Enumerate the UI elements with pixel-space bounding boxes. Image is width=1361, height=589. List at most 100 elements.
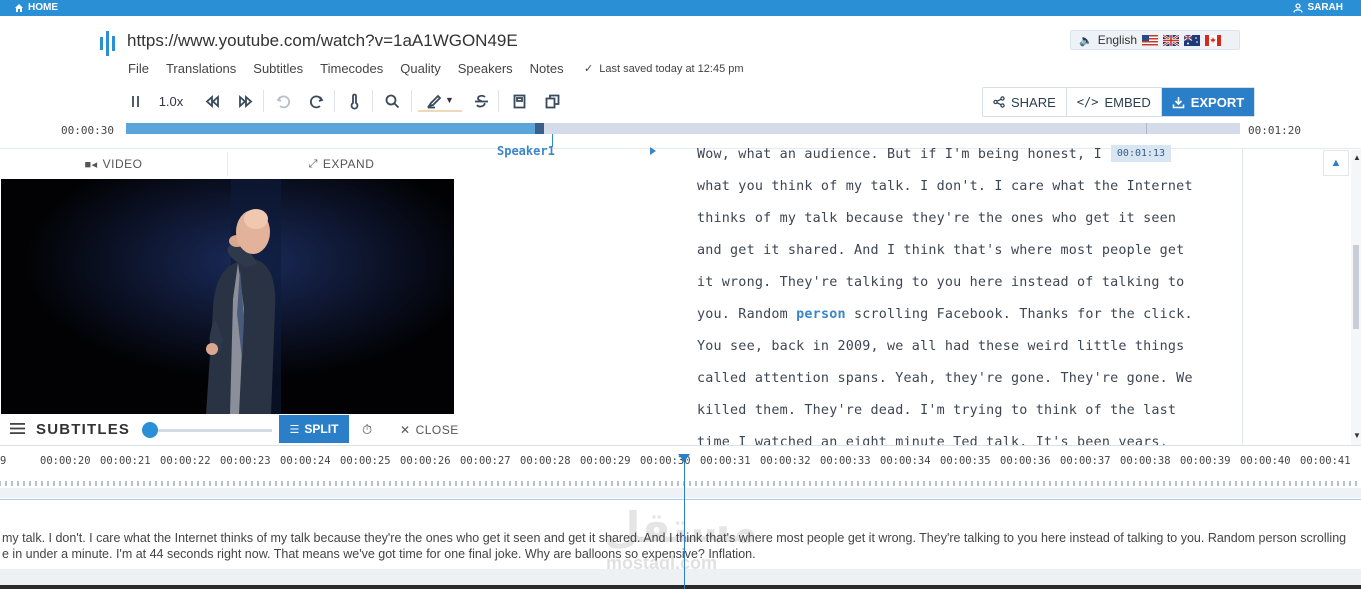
thermometer-icon <box>350 93 358 109</box>
timeline-label: 00:00:39 <box>1180 455 1231 467</box>
toolbar-separator <box>263 90 264 112</box>
export-button[interactable]: EXPORT <box>1161 88 1255 116</box>
timer-button[interactable]: ⏱ <box>362 422 372 438</box>
split-label: SPLIT <box>304 422 339 436</box>
timeline-baseline <box>0 499 1361 500</box>
home-link[interactable]: HOME <box>14 2 58 13</box>
temperature-button[interactable] <box>343 90 365 112</box>
highlighted-keyword[interactable]: person <box>796 307 846 322</box>
menu-timecodes[interactable]: Timecodes <box>320 61 383 76</box>
share-icon <box>993 96 1005 108</box>
tab-video-label: VIDEO <box>102 157 143 171</box>
timeline-label: 00:00:32 <box>760 455 811 467</box>
scrollbar-thumb[interactable] <box>1353 245 1359 329</box>
transcript-line: it wrong. They're talking to you here in… <box>697 275 1185 290</box>
menu-translations[interactable]: Translations <box>166 61 236 76</box>
video-player[interactable] <box>1 179 454 415</box>
subtitle-track[interactable]: my talk. I don't. I care what the Intern… <box>0 530 1361 568</box>
timestamp-chip[interactable]: 00:01:13 <box>1111 145 1171 162</box>
save-status: ✓ Last saved today at 12:45 pm <box>584 62 744 76</box>
transcript-scrollbar[interactable] <box>1351 150 1361 445</box>
timeline-label: 00:00:28 <box>520 455 571 467</box>
language-selector[interactable]: 🔈 English <box>1070 30 1240 50</box>
hamburger-icon[interactable] <box>10 422 25 435</box>
progress-bar[interactable] <box>126 123 1240 147</box>
timeline-label: 9 <box>0 455 7 467</box>
timeline-label: 00:00:21 <box>100 455 151 467</box>
top-bar: HOME SARAH <box>0 0 1361 16</box>
highlight-button[interactable]: ▼ <box>418 90 462 112</box>
timeline-label: 00:00:36 <box>1000 455 1051 467</box>
playhead-handle[interactable] <box>678 454 690 462</box>
timeline-footer <box>0 569 1361 585</box>
rewind-button[interactable] <box>200 90 224 112</box>
list-icon: ☰ <box>289 423 300 436</box>
toolbar-separator <box>498 90 499 112</box>
close-button[interactable]: ✕ CLOSE <box>400 423 459 437</box>
embed-button[interactable]: </> EMBED <box>1067 88 1162 116</box>
transcript-line-part: scrolling Facebook. Thanks for the click… <box>845 307 1193 322</box>
speaker-play-icon[interactable] <box>650 147 656 155</box>
menu-file[interactable]: File <box>128 61 149 76</box>
tab-video[interactable]: ■◂ VIDEO <box>0 152 228 176</box>
end-time: 00:01:20 <box>1248 124 1301 137</box>
checkmark-icon: ✓ <box>584 63 594 75</box>
timeline-label: 00:00:37 <box>1060 455 1111 467</box>
subtitle-zoom-slider[interactable] <box>150 429 272 432</box>
search-button[interactable] <box>381 90 403 112</box>
playhead[interactable] <box>684 454 685 589</box>
fast-forward-button[interactable] <box>233 90 257 112</box>
tab-expand[interactable]: ⤢ EXPAND <box>228 152 455 176</box>
timeline-label: 00:00:38 <box>1120 455 1171 467</box>
home-icon <box>15 3 23 12</box>
download-icon <box>1172 96 1185 108</box>
uk-flag-icon[interactable] <box>1163 34 1180 46</box>
playback-speed-button[interactable]: 1.0x <box>154 90 188 112</box>
progress-handle[interactable] <box>535 123 544 134</box>
speaker-label[interactable]: Speaker1 <box>497 144 555 158</box>
user-icon <box>1293 2 1304 13</box>
dictionary-button[interactable] <box>508 90 530 112</box>
highlighter-icon <box>426 94 442 108</box>
australia-flag-icon[interactable] <box>1184 34 1201 46</box>
rewind-icon <box>205 94 219 108</box>
redo-button[interactable] <box>305 90 327 112</box>
window-bottom-edge <box>0 585 1361 589</box>
menu-notes[interactable]: Notes <box>530 61 564 76</box>
video-tabs: ■◂ VIDEO ⤢ EXPAND <box>0 152 455 176</box>
share-button[interactable]: SHARE <box>983 88 1067 116</box>
undo-button[interactable] <box>272 90 294 112</box>
us-flag-icon[interactable] <box>1142 34 1159 46</box>
user-menu[interactable]: SARAH <box>1293 2 1343 13</box>
timeline-label: 00:00:40 <box>1240 455 1291 467</box>
menu-quality[interactable]: Quality <box>400 61 440 76</box>
tab-expand-label: EXPAND <box>322 157 375 171</box>
strikethrough-button[interactable] <box>470 90 492 112</box>
scroll-down-arrow-icon[interactable]: ▼ <box>1353 431 1361 440</box>
transcript-line: killed them. They're dead. I'm trying to… <box>697 403 1177 418</box>
subtitle-zoom-handle[interactable] <box>142 422 158 438</box>
toolbar-separator <box>372 90 373 112</box>
app-logo-icon <box>100 31 115 56</box>
embed-label: EMBED <box>1104 94 1151 110</box>
split-button[interactable]: ☰ SPLIT <box>279 415 349 443</box>
timeline-label: 00:00:35 <box>940 455 991 467</box>
collapse-button[interactable]: ▲ <box>1323 150 1349 176</box>
home-label: HOME <box>28 2 58 13</box>
timeline-label: 00:00:25 <box>340 455 391 467</box>
transcript-editor[interactable]: Wow, what an audience. But if I'm being … <box>697 139 1227 445</box>
timeline-label: 00:00:27 <box>460 455 511 467</box>
copy-button[interactable] <box>541 90 563 112</box>
transcript-line: thinks of my talk because they're the on… <box>697 211 1177 226</box>
menu-speakers[interactable]: Speakers <box>458 61 513 76</box>
canada-flag-icon[interactable] <box>1205 34 1222 46</box>
transcript-line: you. Random person scrolling Facebook. T… <box>697 299 1227 331</box>
chevron-down-icon: ▼ <box>445 95 454 105</box>
pause-button[interactable] <box>124 90 146 112</box>
transcript-line: what you think of my talk. I don't. I ca… <box>697 179 1193 194</box>
caret-up-icon: ▲ <box>1330 157 1342 169</box>
timeline-label: 00:00:24 <box>280 455 331 467</box>
menu-subtitles[interactable]: Subtitles <box>253 61 303 76</box>
subtitles-title: SUBTITLES <box>36 421 131 438</box>
scroll-up-arrow-icon[interactable]: ▲ <box>1353 153 1361 162</box>
